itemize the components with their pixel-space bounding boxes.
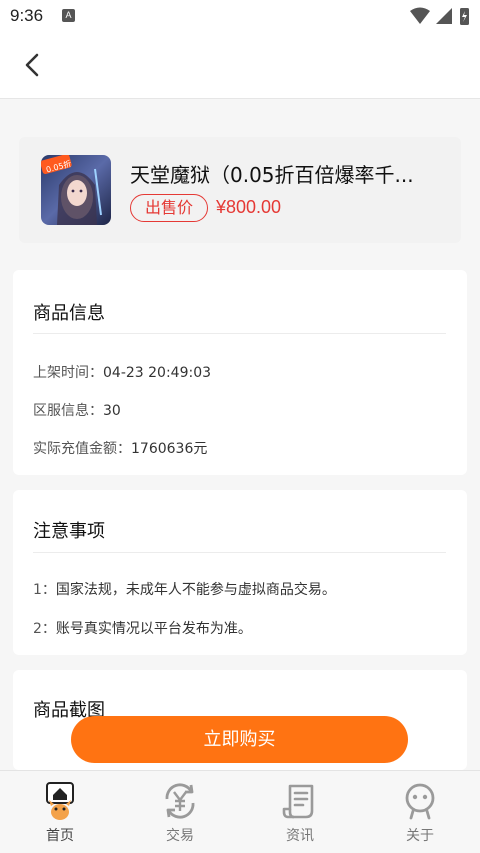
note-item: 1：国家法规，未成年人不能参与虚拟商品交易。: [33, 579, 336, 599]
tab-label: 关于: [406, 828, 434, 844]
notes-section: 注意事项 1：国家法规，未成年人不能参与虚拟商品交易。 2：账号真实情况以平台发…: [13, 490, 467, 655]
info-row-server: 区服信息：30: [33, 400, 121, 420]
bottom-tab-bar: 首页 交易 资讯 关于: [0, 770, 480, 853]
section-title: 商品信息: [33, 303, 105, 324]
note-number: 2：: [33, 621, 56, 637]
chevron-left-icon: [25, 53, 39, 77]
tab-news[interactable]: 资讯: [240, 771, 360, 853]
home-mascot-icon: [46, 782, 74, 820]
note-text: 国家法规，未成年人不能参与虚拟商品交易。: [55, 582, 336, 598]
signal-icon: [436, 8, 452, 24]
face-icon: [405, 783, 435, 820]
section-divider: [33, 333, 446, 334]
note-item: 2：账号真实情况以平台发布为准。: [33, 618, 252, 638]
tab-trade[interactable]: 交易: [120, 771, 240, 853]
system-status-icons: [410, 7, 469, 25]
product-info-section: 商品信息 上架时间：04-23 20:49:03 区服信息：30 实际充值金额：…: [13, 270, 467, 475]
tab-label: 资讯: [286, 828, 314, 844]
wifi-icon: [410, 7, 430, 24]
info-row-listing-time: 上架时间：04-23 20:49:03: [33, 362, 211, 382]
info-value: 30: [103, 403, 121, 419]
status-time: 9:36: [10, 6, 44, 25]
info-row-recharge-amount: 实际充值金额：1760636元: [33, 438, 207, 458]
tab-label: 交易: [166, 828, 194, 844]
product-summary-card[interactable]: 0.05折 天堂魔狱（0.05折百倍爆率千... 出售价 ¥800.00: [19, 137, 461, 243]
section-divider: [33, 552, 446, 553]
game-thumbnail: 0.05折: [41, 155, 111, 225]
tab-home[interactable]: 首页: [0, 771, 120, 853]
info-label: 区服信息：: [33, 403, 103, 419]
info-label: 实际充值金额：: [33, 441, 131, 457]
info-value: 04-23 20:49:03: [103, 365, 212, 381]
sale-price-badge: 出售价: [130, 194, 208, 222]
section-title: 注意事项: [33, 521, 105, 542]
product-price: ¥800.00: [216, 197, 282, 217]
product-title: 天堂魔狱（0.05折百倍爆率千...: [130, 163, 414, 187]
info-label: 上架时间：: [33, 365, 103, 381]
tab-label: 首页: [46, 828, 74, 844]
note-text: 账号真实情况以平台发布为准。: [55, 621, 252, 637]
status-bar: 9:36 A: [0, 0, 480, 34]
back-button[interactable]: [18, 50, 48, 80]
tab-about[interactable]: 关于: [360, 771, 480, 853]
yen-exchange-icon: [165, 783, 195, 819]
navigation-bar: [0, 34, 480, 99]
note-number: 1：: [33, 582, 56, 598]
buy-now-button[interactable]: 立即购买: [71, 716, 408, 763]
notification-icon: A: [62, 9, 75, 22]
info-value: 1760636元: [131, 441, 208, 457]
scroll-news-icon: [282, 784, 314, 819]
